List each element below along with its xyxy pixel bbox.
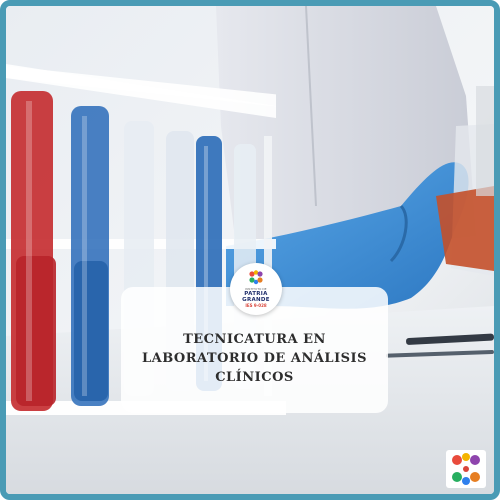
course-title-line-1: TECNICATURA EN: [183, 331, 326, 347]
institution-logo-icon: [249, 270, 263, 285]
lab-photo: [6, 6, 494, 494]
institution-badge: INSTITUTO DE PATRIA GRANDE IES 9-028: [230, 263, 282, 315]
dots-logo-icon: [452, 453, 480, 485]
institution-code: IES 9-028: [245, 303, 267, 308]
image-frame: TECNICATURA EN LABORATORIO DE ANÁLISIS C…: [0, 0, 500, 500]
course-title-line-2: LABORATORIO DE ANÁLISIS: [141, 350, 368, 366]
course-title-line-3: CLÍNICOS: [215, 369, 294, 385]
course-title: TECNICATURA EN LABORATORIO DE ANÁLISIS C…: [142, 330, 367, 387]
corner-logo: [446, 450, 486, 488]
